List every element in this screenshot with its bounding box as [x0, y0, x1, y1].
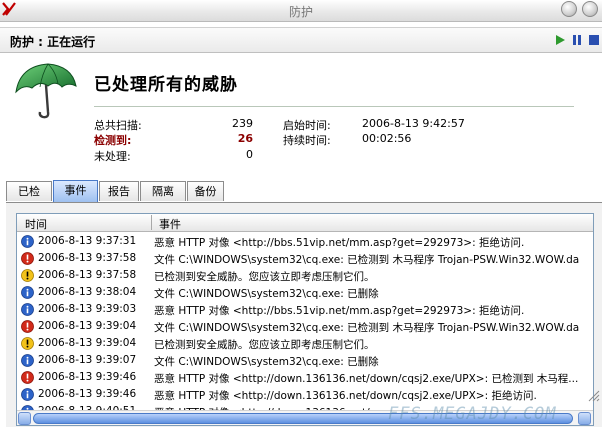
column-header-event[interactable]: 事件: [159, 216, 181, 232]
event-time: 2006-8-13 9:37:58: [38, 252, 137, 264]
event-list[interactable]: 时间 事件 2006-8-13 9:37:31 恶意 HTTP 对像 <http:…: [16, 213, 594, 426]
info-icon: [21, 388, 34, 401]
error-icon: [21, 252, 34, 265]
total-scanned-label: 总共扫描:: [94, 119, 142, 132]
event-time: 2006-8-13 9:39:07: [38, 354, 137, 366]
event-description: 已检测到安全威胁。您应该立即考虑压制它们。: [154, 271, 375, 283]
event-time: 2006-8-13 9:39:04: [38, 320, 137, 332]
title-bar: 防护: [0, 0, 602, 22]
list-header: 时间 事件: [17, 214, 593, 232]
table-row[interactable]: 2006-8-13 9:39:04 已检测到安全威胁。您应该立即考虑压制它们。: [17, 335, 593, 352]
info-icon: [21, 286, 34, 299]
event-description: 恶意 HTTP 对像 <http://bbs.51vip.net/mm.asp?…: [154, 237, 525, 249]
status-bar: 防护 : 正在运行: [0, 27, 602, 53]
event-description: 文件 C:\WINDOWS\system32\cq.exe: 已检测到 木马程序…: [154, 254, 580, 266]
info-icon: [21, 303, 34, 316]
tab-report[interactable]: 报告: [99, 181, 139, 201]
event-time: 2006-8-13 9:37:31: [38, 235, 137, 247]
protection-status: 防护 : 正在运行: [10, 35, 96, 49]
table-row[interactable]: 2006-8-13 9:39:04 文件 C:\WINDOWS\system32\…: [17, 318, 593, 335]
event-description: 文件 C:\WINDOWS\system32\cq.exe: 已删除: [154, 288, 379, 300]
separator: [94, 106, 574, 107]
total-scanned-value: 239: [232, 117, 253, 130]
warning-icon: [21, 269, 34, 282]
event-time: 2006-8-13 9:39:46: [38, 388, 137, 400]
table-row[interactable]: 2006-8-13 9:39:03 恶意 HTTP 对像 <http://bbs.…: [17, 301, 593, 318]
stop-icon[interactable]: [587, 33, 601, 47]
event-description: 文件 C:\WINDOWS\system32\cq.exe: 已检测到 木马程序…: [154, 322, 580, 334]
warning-icon: [21, 337, 34, 350]
info-icon: [21, 235, 34, 248]
table-row[interactable]: 2006-8-13 9:39:46 恶意 HTTP 对像 <http://down…: [17, 369, 593, 386]
umbrella-icon: [15, 63, 77, 119]
column-header-time[interactable]: 时间: [25, 216, 47, 232]
tab-events[interactable]: 事件: [53, 180, 98, 202]
event-description: 恶意 HTTP 对像 <http://bbs.51vip.net/mm.asp?…: [154, 305, 525, 317]
close-button[interactable]: [582, 1, 598, 17]
table-row[interactable]: 2006-8-13 9:37:31 恶意 HTTP 对像 <http://bbs.…: [17, 233, 593, 250]
table-row[interactable]: 2006-8-13 9:37:58 已检测到安全威胁。您应该立即考虑压制它们。: [17, 267, 593, 284]
resize-grip-icon[interactable]: [586, 388, 600, 402]
event-time: 2006-8-13 9:38:04: [38, 286, 137, 298]
untreated-label: 未处理:: [94, 150, 131, 163]
scroll-left-button[interactable]: [18, 412, 31, 425]
start-time-value: 2006-8-13 9:42:57: [362, 117, 465, 130]
duration-label: 持续时间:: [283, 134, 331, 147]
watermark: FFS.MEGAJDY.COM: [388, 404, 557, 424]
pause-icon[interactable]: [570, 33, 584, 47]
event-time: 2006-8-13 9:37:58: [38, 269, 137, 281]
minimize-button[interactable]: [561, 1, 577, 17]
table-row[interactable]: 2006-8-13 9:38:04 文件 C:\WINDOWS\system32\…: [17, 284, 593, 301]
detected-label: 检测到:: [94, 134, 132, 147]
tab-quarantine[interactable]: 隔离区: [140, 181, 186, 218]
event-description: 恶意 HTTP 对像 <http://down.136136.net/down/…: [154, 373, 579, 385]
table-row[interactable]: 2006-8-13 9:39:07 文件 C:\WINDOWS\system32\…: [17, 352, 593, 369]
table-row[interactable]: 2006-8-13 9:39:46 恶意 HTTP 对像 <http://down…: [17, 386, 593, 403]
duration-value: 00:02:56: [362, 132, 412, 145]
event-description: 已检测到安全威胁。您应该立即考虑压制它们。: [154, 339, 375, 351]
scroll-right-button[interactable]: [578, 412, 591, 425]
event-description: 文件 C:\WINDOWS\system32\cq.exe: 已删除: [154, 356, 379, 368]
event-time: 2006-8-13 9:39:46: [38, 371, 137, 383]
info-icon: [21, 354, 34, 367]
event-description: 恶意 HTTP 对像 <http://down.136136.net/down/…: [154, 390, 537, 402]
error-icon: [21, 320, 34, 333]
play-icon[interactable]: [553, 33, 567, 47]
detected-value: 26: [237, 132, 253, 145]
table-row[interactable]: 2006-8-13 9:37:58 文件 C:\WINDOWS\system32\…: [17, 250, 593, 267]
untreated-value: 0: [246, 148, 253, 161]
threat-headline: 已处理所有的威胁: [94, 75, 238, 95]
error-icon: [21, 371, 34, 384]
event-time: 2006-8-13 9:39:03: [38, 303, 137, 315]
window-title: 防护: [288, 5, 313, 19]
column-divider[interactable]: [151, 215, 152, 230]
tab-backup[interactable]: 备份: [187, 181, 224, 201]
event-time: 2006-8-13 9:39:04: [38, 337, 137, 349]
tab-detected[interactable]: 已检测: [6, 181, 52, 218]
start-time-label: 启始时间:: [283, 119, 331, 132]
